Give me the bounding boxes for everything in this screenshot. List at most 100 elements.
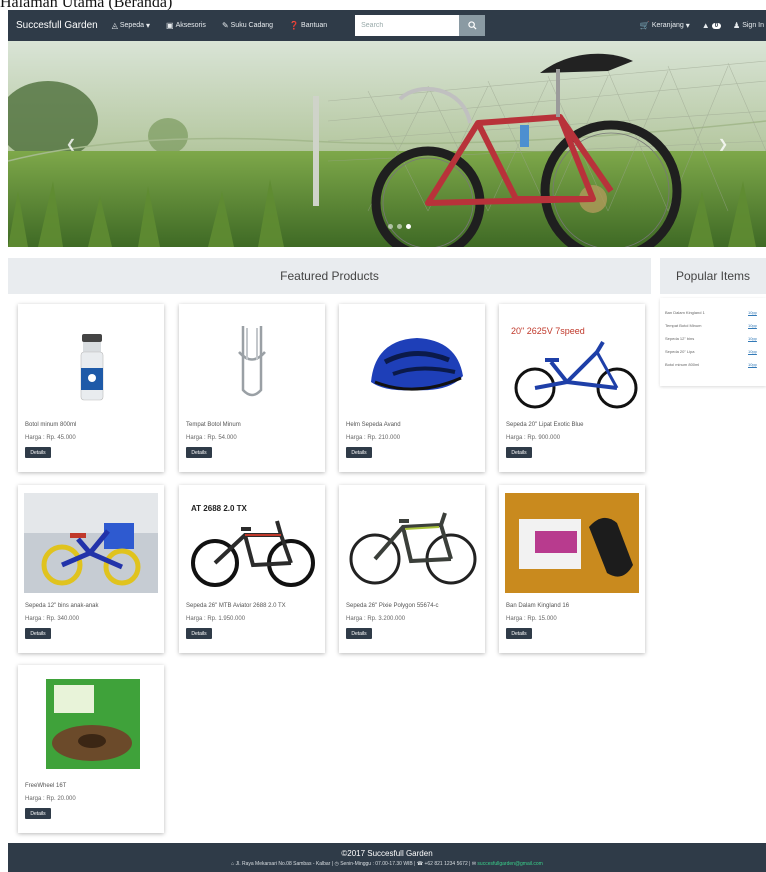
question-icon: ❓ [289,20,300,30]
carousel-next-icon[interactable]: ❯ [718,137,728,151]
featured-products-header: Featured Products [8,258,651,294]
popular-items-list: Ban Dalam Kingland 1 10pp Tempat Botol M… [660,298,766,386]
user-icon: ♟ [733,20,741,30]
product-card: FreeWheel 16T Harga : Rp. 20.000 Details [18,665,164,833]
product-price: Harga : Rp. 900.000 [506,435,561,441]
popular-item-name: Tempat Botol Minum [665,323,702,328]
product-image-kids-bike[interactable] [24,493,158,593]
product-image-folding-bike[interactable]: 20" 2625V 7speed [505,312,639,412]
caret-down-icon: ▾ [685,20,690,30]
featured-products-title: Featured Products [280,269,379,283]
caret-down-icon: ▾ [146,20,151,30]
details-button[interactable]: Details [506,447,532,458]
popular-item-name: Sepeda 20" Lipa [665,349,695,354]
bicycle-icon: ◬ [111,20,118,30]
popular-items-header: Popular Items [660,258,766,294]
signin-button[interactable]: ♟ Sign In [733,20,764,30]
details-button[interactable]: Details [25,808,51,819]
footer-address: Jl. Raya Mekarsari No.08 Sambas - Kalbar [235,861,331,867]
nav-item-suku-cadang[interactable]: ✎ Suku Cadang [221,20,274,30]
product-image-mtb-bike[interactable]: AT 2688 2.0 TX [185,493,319,593]
popular-item-link[interactable]: 10pp [748,362,757,367]
product-name: Sepeda 20" Lipat Exotic Blue [506,422,584,428]
carousel-dot[interactable] [397,224,402,229]
email-icon: ✉ [471,861,477,867]
nav-item-label: Aksesoris [175,22,206,29]
popular-item-name: Botol minum 800ml [665,362,700,367]
footer-copyright: ©2017 Succesfull Garden [341,849,433,858]
product-image-bottle-cage[interactable] [185,312,319,412]
site-footer: ©2017 Succesfull Garden ⌂ Jl. Raya Mekar… [8,843,766,872]
popular-item-name: Ban Dalam Kingland 1 [665,310,705,315]
product-price: Harga : Rp. 1.950.000 [186,616,246,622]
product-card: 20" 2625V 7speed Sepeda 20" Lipat Exotic… [499,304,645,472]
carousel-indicators [388,224,411,229]
nav-item-bantuan[interactable]: ❓ Bantuan [289,20,328,30]
product-price: Harga : Rp. 15.000 [506,616,557,622]
product-image-road-bike[interactable] [345,493,479,593]
product-name: Sepeda 12" bins anak-anak [25,603,99,609]
product-image-helmet[interactable] [345,312,479,412]
product-name: Helm Sepeda Avand [346,422,401,428]
popular-item-link[interactable]: 10pp [748,323,757,328]
details-button[interactable]: Details [346,628,372,639]
search-input[interactable] [355,15,460,36]
product-card: Sepeda 12" bins anak-anak Harga : Rp. 34… [18,485,164,653]
box-icon: ▣ [166,20,174,30]
popular-item-name: Sepeda 12" bins [665,336,695,341]
home-icon: ⌂ [231,861,235,867]
bell-icon: ▲ [701,20,710,30]
search-button[interactable] [459,15,486,36]
popular-item-link[interactable]: 10pp [748,336,757,341]
product-card: Ban Dalam Kingland 16 Harga : Rp. 15.000… [499,485,645,653]
product-card: AT 2688 2.0 TX Sepeda 26" MTB Aviator 26… [179,485,325,653]
product-name: FreeWheel 16T [25,783,67,789]
carousel-prev-icon[interactable]: ❮ [66,137,76,151]
phone-icon: ☎ [416,861,424,867]
nav-item-label: Suku Cadang [230,22,274,29]
footer-email[interactable]: succesfullgarden@gmail.com [477,861,542,867]
footer-hours: Senin-Minggu : 07.00-17.30 WIB [340,861,413,867]
product-price: Harga : Rp. 45.000 [25,435,76,441]
top-navbar: Succesfull Garden ◬ Sepeda ▾ ▣ Aksesoris… [8,10,766,41]
carousel-dot-active[interactable] [406,224,411,229]
footer-contact-row: ⌂ Jl. Raya Mekarsari No.08 Sambas - Kalb… [8,858,766,867]
details-button[interactable]: Details [186,447,212,458]
nav-right-group: 🛒 Keranjang ▾ ▲ 0 ♟ Sign In [639,20,764,30]
popular-item-link[interactable]: 10pp [748,349,757,354]
popular-item-link[interactable]: 10pp [748,310,757,315]
notification-button[interactable]: ▲ 0 [701,20,722,30]
cart-button[interactable]: 🛒 Keranjang ▾ [639,20,690,30]
brand-logo[interactable]: Succesfull Garden [16,20,98,31]
carousel-dot[interactable] [388,224,393,229]
product-name: Ban Dalam Kingland 16 [506,603,570,609]
details-button[interactable]: Details [25,447,51,458]
search-icon [467,21,477,30]
hero-bicycle-image [8,41,766,247]
image-text: 20" 2625V 7speed [511,326,585,336]
product-name: Sepeda 26" MTB Aviator 2688 2.0 TX [186,603,286,609]
nav-item-label: Bantuan [301,22,328,29]
product-price: Harga : Rp. 54.000 [186,435,237,441]
product-card: Botol minum 800ml Harga : Rp. 45.000 Det… [18,304,164,472]
details-button[interactable]: Details [506,628,532,639]
wrench-icon: ✎ [221,20,229,30]
notification-badge: 0 [711,22,722,29]
product-image-freewheel[interactable] [24,673,158,773]
details-button[interactable]: Details [25,628,51,639]
nav-item-sepeda[interactable]: ◬ Sepeda ▾ [111,20,151,30]
product-image-inner-tube[interactable] [505,493,639,593]
product-name: Botol minum 800ml [25,422,77,428]
product-image-bottle[interactable] [24,312,158,412]
hero-carousel[interactable]: ❮ ❯ [8,41,766,247]
details-button[interactable]: Details [346,447,372,458]
cart-icon: 🛒 [639,20,650,30]
nav-item-aksesoris[interactable]: ▣ Aksesoris [166,20,206,30]
details-button[interactable]: Details [186,628,212,639]
product-name: Sepeda 26" Pixie Polygon 55674-c [346,603,439,609]
clock-icon: ◷ [334,861,339,867]
signin-label: Sign In [742,22,764,29]
product-name: Tempat Botol Minum [186,422,241,428]
product-price: Harga : Rp. 210.000 [346,435,401,441]
popular-items-title: Popular Items [675,269,751,283]
